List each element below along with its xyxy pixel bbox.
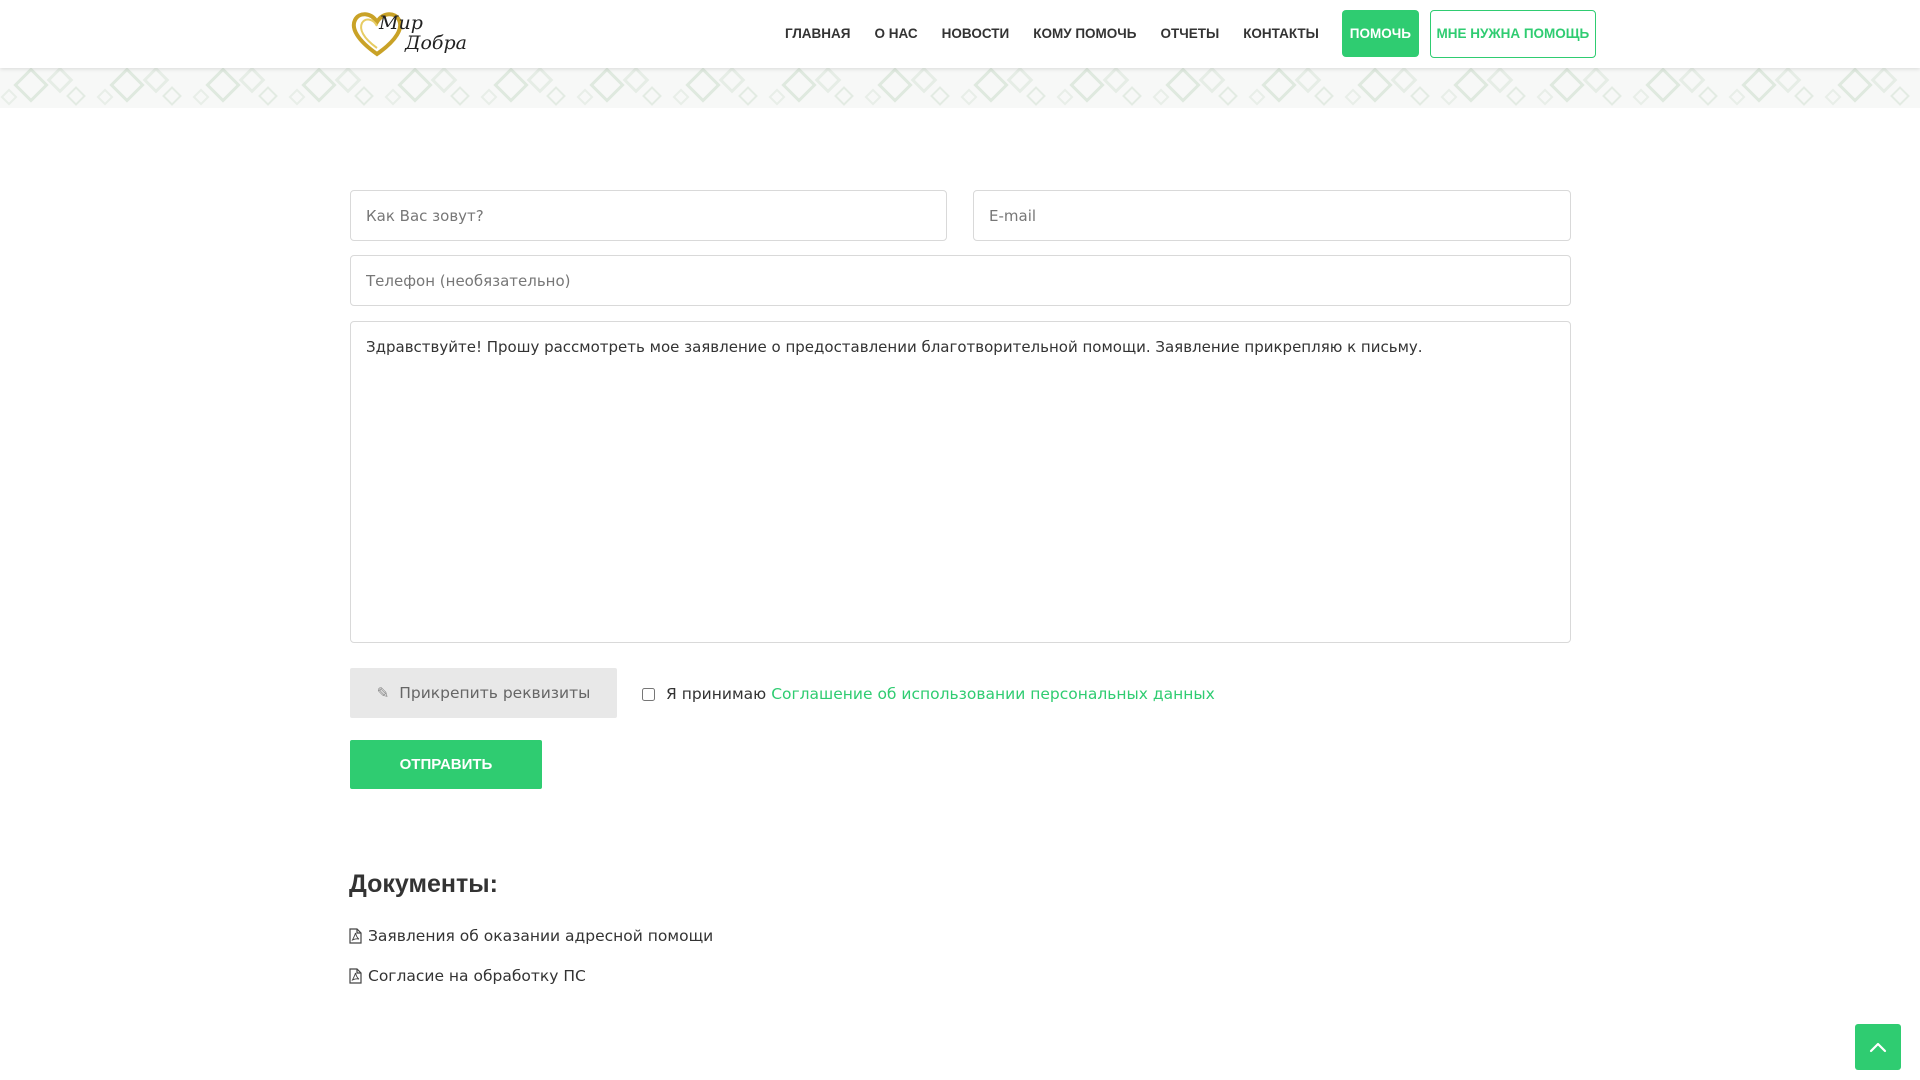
nav-item-news[interactable]: НОВОСТИ — [942, 26, 1010, 41]
help-button[interactable]: ПОМОЧЬ — [1341, 10, 1419, 57]
logo-line-2: Добра — [405, 32, 467, 54]
nav-item-contacts[interactable]: КОНТАКТЫ — [1243, 26, 1319, 41]
chevron-up-icon — [1869, 1042, 1887, 1053]
agreement-row: Я принимаю Соглашение об использовании п… — [642, 683, 1215, 705]
pdf-file-icon — [349, 928, 362, 944]
document-link-address-help[interactable]: Заявления об оказании адресной помощи — [349, 926, 713, 946]
name-input[interactable] — [350, 190, 947, 241]
main-nav: ГЛАВНАЯ О НАС НОВОСТИ КОМУ ПОМОЧЬ ОТЧЕТЫ… — [785, 9, 1596, 58]
paperclip-icon: ✎ — [376, 684, 390, 702]
agree-prefix: Я принимаю — [666, 685, 767, 703]
document-label: Согласие на обработку ПС — [368, 967, 586, 985]
nav-item-about[interactable]: О НАС — [875, 26, 918, 41]
site-header: Мир Добра ГЛАВНАЯ О НАС НОВОСТИ КОМУ ПОМ… — [0, 0, 1920, 68]
documents-title: Документы: — [349, 870, 498, 898]
document-label: Заявления об оказании адресной помощи — [368, 927, 714, 945]
logo-line-1: Мир — [379, 12, 423, 34]
email-input[interactable] — [973, 190, 1571, 241]
message-textarea[interactable]: Здравствуйте! Прошу рассмотреть мое заяв… — [350, 321, 1571, 643]
document-link-consent[interactable]: Согласие на обработку ПС — [349, 966, 586, 986]
logo-wordmark: Мир Добра — [379, 12, 467, 53]
attach-label: Прикрепить реквизиты — [399, 684, 591, 702]
agreement-link[interactable]: Соглашение об использовании персональных… — [771, 685, 1215, 703]
attach-requisites-button[interactable]: ✎ Прикрепить реквизиты — [350, 668, 617, 718]
submit-button[interactable]: ОТПРАВИТЬ — [350, 740, 542, 789]
site-logo[interactable]: Мир Добра — [349, 8, 467, 60]
agree-checkbox[interactable] — [642, 687, 655, 701]
nav-item-who-to-help[interactable]: КОМУ ПОМОЧЬ — [1033, 26, 1136, 41]
scroll-to-top-button[interactable] — [1855, 1024, 1901, 1070]
need-help-button[interactable]: МНЕ НУЖНА ПОМОЩЬ — [1429, 9, 1596, 58]
decorative-pattern-band — [0, 68, 1920, 108]
nav-item-reports[interactable]: ОТЧЕТЫ — [1160, 26, 1219, 41]
diamond-pattern-icon — [0, 68, 1920, 108]
phone-input[interactable] — [350, 255, 1571, 306]
nav-item-home[interactable]: ГЛАВНАЯ — [785, 26, 851, 41]
pdf-file-icon — [349, 968, 362, 984]
